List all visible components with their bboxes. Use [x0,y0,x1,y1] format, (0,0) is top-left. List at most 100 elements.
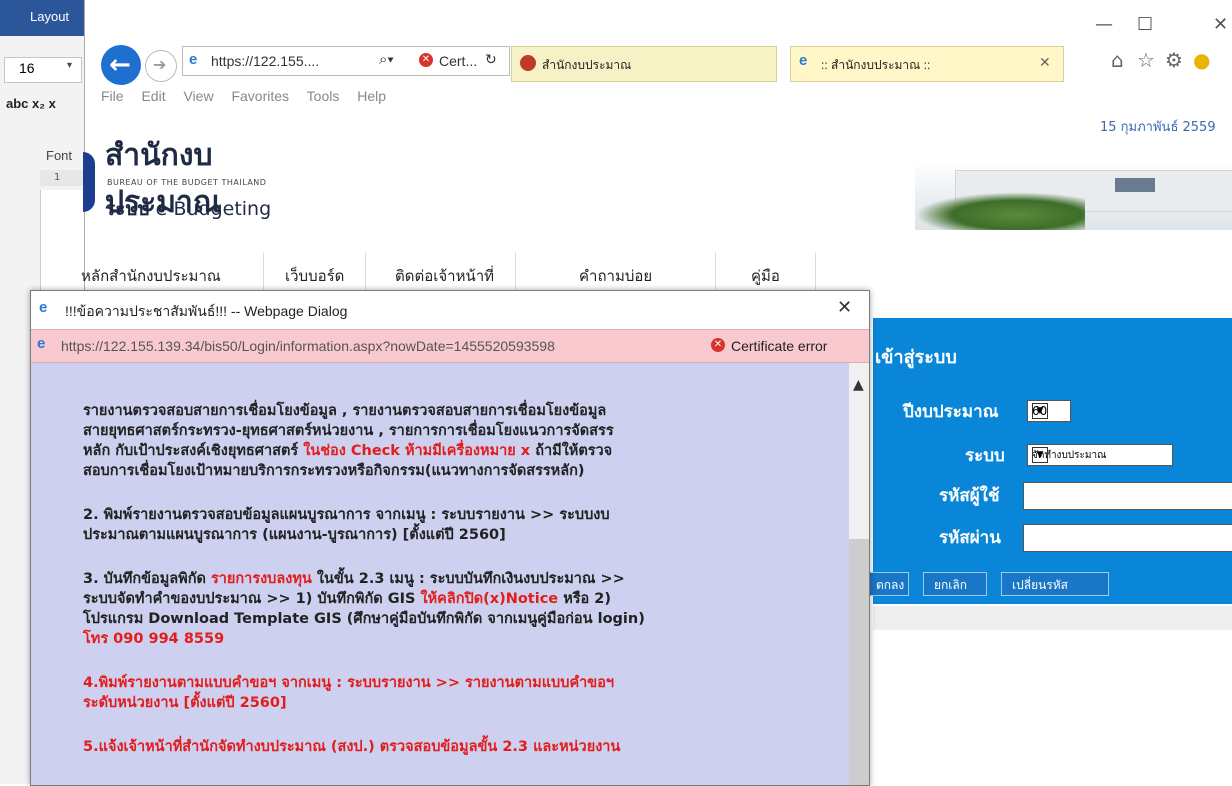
minimize-icon[interactable]: — [1095,14,1113,35]
chevron-down-icon: ▼ [1032,447,1048,463]
cert-label[interactable]: Cert... [439,53,477,69]
ruler-mark: 1 [54,172,61,183]
webpage-dialog: e !!!ข้อความประชาสัมพันธ์!!! -- Webpage … [30,290,870,786]
ribbon-tab-label: Layout [30,9,70,24]
logo-system-name: ระบบ e-Budgeting [105,194,271,224]
logo-system-prefix: ระบบ [105,198,150,220]
scrollbar-thumb[interactable] [849,539,869,785]
text-highlight: รายการงบลงทุน [210,571,312,587]
cancel-button[interactable]: ยกเลิก [923,572,987,596]
forward-button[interactable]: ➔ [145,50,177,82]
scroll-up-icon[interactable]: ▲ [853,377,864,393]
site-icon [520,55,536,71]
system-select[interactable]: จัดทำงบประมาณ ▼ [1027,444,1173,466]
tab-budget-bureau-active[interactable]: e :: สำนักงบประมาณ :: ✕ [790,46,1064,82]
refresh-icon[interactable]: ↻ [485,51,497,68]
font-size-select[interactable]: 16 ▾ [4,57,82,83]
logo-english-name: BUREAU OF THE BUDGET THAILAND [107,178,267,187]
header-date: 15 กุมภาพันธ์ 2559 [1100,120,1216,135]
chevron-down-icon: ▼ [1032,403,1048,419]
paragraph-5: 5.แจ้งเจ้าหน้าที่สำนักจัดทำงบประมาณ (สงป… [83,737,823,757]
ie-icon: e [799,52,808,69]
paragraph-line: ระดับหน่วยงาน [ตั้งแต่ปี 2560] [83,695,287,711]
year-label: ปีงบประมาณ [903,402,999,422]
nav-label: คู่มือ [751,267,780,285]
maximize-icon[interactable]: ☐ [1137,14,1153,35]
trees [915,192,1085,230]
nav-label: ติดต่อเจ้าหน้าที่ [395,267,495,285]
username-label: รหัสผู้ใช้ [939,486,1000,506]
text-highlight: ในช่อง Check ห้ามมีเครื่องหมาย x [303,443,531,459]
ie-icon: e [189,51,198,68]
year-select[interactable]: 60 ▼ [1027,400,1071,422]
dialog-url: https://122.155.139.34/bis50/Login/infor… [61,338,555,354]
login-panel: เข้าสู่ระบบ ปีงบประมาณ 60 ▼ ระบบ จัดทำงบป… [865,318,1232,604]
text-span: ระบบจัดทำคำของบประมาณ >> 1) บันทึกพิกัด … [83,591,421,607]
close-icon[interactable]: ✕ [837,297,852,318]
search-icon[interactable]: ⌕▾ [379,51,394,68]
arrow-right-icon: ➔ [153,55,167,74]
format-buttons[interactable]: abc x₂ x [6,96,56,111]
site-logo[interactable]: สำนักงบประมาณ BUREAU OF THE BUDGET THAIL… [83,122,315,232]
certificate-error-icon[interactable]: ✕ [419,53,433,67]
paragraph-line: ประมาณตามแผนบูรณาการ (แผนงาน-บูรณาการ) [… [83,527,506,543]
address-bar[interactable]: e https://122.155.... ⌕▾ ✕ Cert... ↻ [182,46,510,76]
header-building-image [915,162,1232,230]
text-span: หลัก กับเป้าประสงค์เชิงยุทธศาสตร์ [83,443,304,459]
paragraph-line: สายยุทธศาสตร์กระทรวง-ยุทธศาสตร์หน่วยงาน … [83,423,614,439]
certificate-error-label[interactable]: Certificate error [731,338,827,354]
change-password-button[interactable]: เปลี่ยนรหัส [1001,572,1109,596]
menu-view[interactable]: View [183,88,213,104]
paragraph-line: 4.พิมพ์รายงานตามแบบคำขอฯ จากเมนู : ระบบร… [83,675,615,691]
paragraph-3: 3. บันทึกข้อมูลพิกัด รายการงบลงทุน ในขั้… [83,569,823,649]
menu-help[interactable]: Help [357,88,386,104]
phone-number: โทร 090 994 8559 [83,631,225,647]
dialog-title-bar[interactable]: e !!!ข้อความประชาสัมพันธ์!!! -- Webpage … [31,291,869,327]
ribbon-tab-layout[interactable]: Layout [0,0,90,36]
text-highlight: ให้คลิกปิด(x)Notice [420,591,559,607]
menu-edit[interactable]: Edit [141,88,165,104]
menu-bar: File Edit View Favorites Tools Help [101,88,400,104]
logo-emblem [83,152,95,212]
ok-label: ตกลง [876,578,905,592]
dialog-title: !!!ข้อความประชาสัมพันธ์!!! -- Webpage Di… [65,303,348,319]
title-bar: — ☐ ✕ ← ➔ e https://122.155.... ⌕▾ ✕ Cer… [85,0,1232,104]
nav-label: เว็บบอร์ด [285,267,345,285]
font-group-label: Font [46,148,73,163]
text-span: ในขั้น 2.3 เมนู : ระบบบันทึกเงินงบประมาณ… [311,571,625,587]
menu-file[interactable]: File [101,88,124,104]
tab-label: :: สำนักงบประมาณ :: [821,58,931,72]
paragraph-line: 3. บันทึกข้อมูลพิกัด รายการงบลงทุน ในขั้… [83,569,823,589]
footer-band [873,606,1232,630]
paragraph-line: สอบการเชื่อมโยงเป้าหมายบริการกระทรวงหรือ… [83,463,585,479]
back-button[interactable]: ← [101,45,141,85]
paragraph-4: 4.พิมพ์รายงานตามแบบคำขอฯ จากเมนู : ระบบร… [83,673,823,713]
text-span: ถ้ามีให้ตรวจ [530,443,613,459]
nav-label: คำถามบ่อย [579,267,653,285]
close-tab-icon[interactable]: ✕ [1039,54,1051,71]
font-size-value: 16 [19,60,35,76]
paragraph-line: 5.แจ้งเจ้าหน้าที่สำนักจัดทำงบประมาณ (สงป… [83,739,621,755]
gear-icon[interactable]: ⚙ [1165,48,1183,72]
building-sign [1115,178,1155,192]
ok-button[interactable]: ตกลง [865,572,909,596]
dialog-url-bar: e https://122.155.139.34/bis50/Login/inf… [31,329,869,363]
tab-budget-bureau[interactable]: สำนักงบประมาณ [511,46,777,82]
username-input[interactable] [1023,482,1232,510]
text-span: หรือ 2) [558,591,612,607]
paragraph-line: ระบบจัดทำคำของบประมาณ >> 1) บันทึกพิกัด … [83,589,823,609]
star-icon[interactable]: ☆ [1137,48,1155,72]
dialog-scrollbar[interactable]: ▲ [849,363,869,785]
menu-favorites[interactable]: Favorites [231,88,289,104]
home-icon[interactable]: ⌂ [1111,48,1124,72]
password-input[interactable] [1023,524,1232,552]
certificate-error-icon[interactable]: ✕ [711,338,725,352]
password-label: รหัสผ่าน [939,528,1001,548]
smiley-icon[interactable]: ● [1193,48,1210,72]
logo-system-suffix: e-Budgeting [155,198,272,220]
close-icon[interactable]: ✕ [1213,14,1228,35]
chevron-down-icon: ▾ [67,60,73,71]
menu-tools[interactable]: Tools [307,88,340,104]
paragraph-2: 2. พิมพ์รายงานตรวจสอบข้อมูลแผนบูรณาการ จ… [83,505,823,545]
address-url: https://122.155.... [211,53,320,69]
